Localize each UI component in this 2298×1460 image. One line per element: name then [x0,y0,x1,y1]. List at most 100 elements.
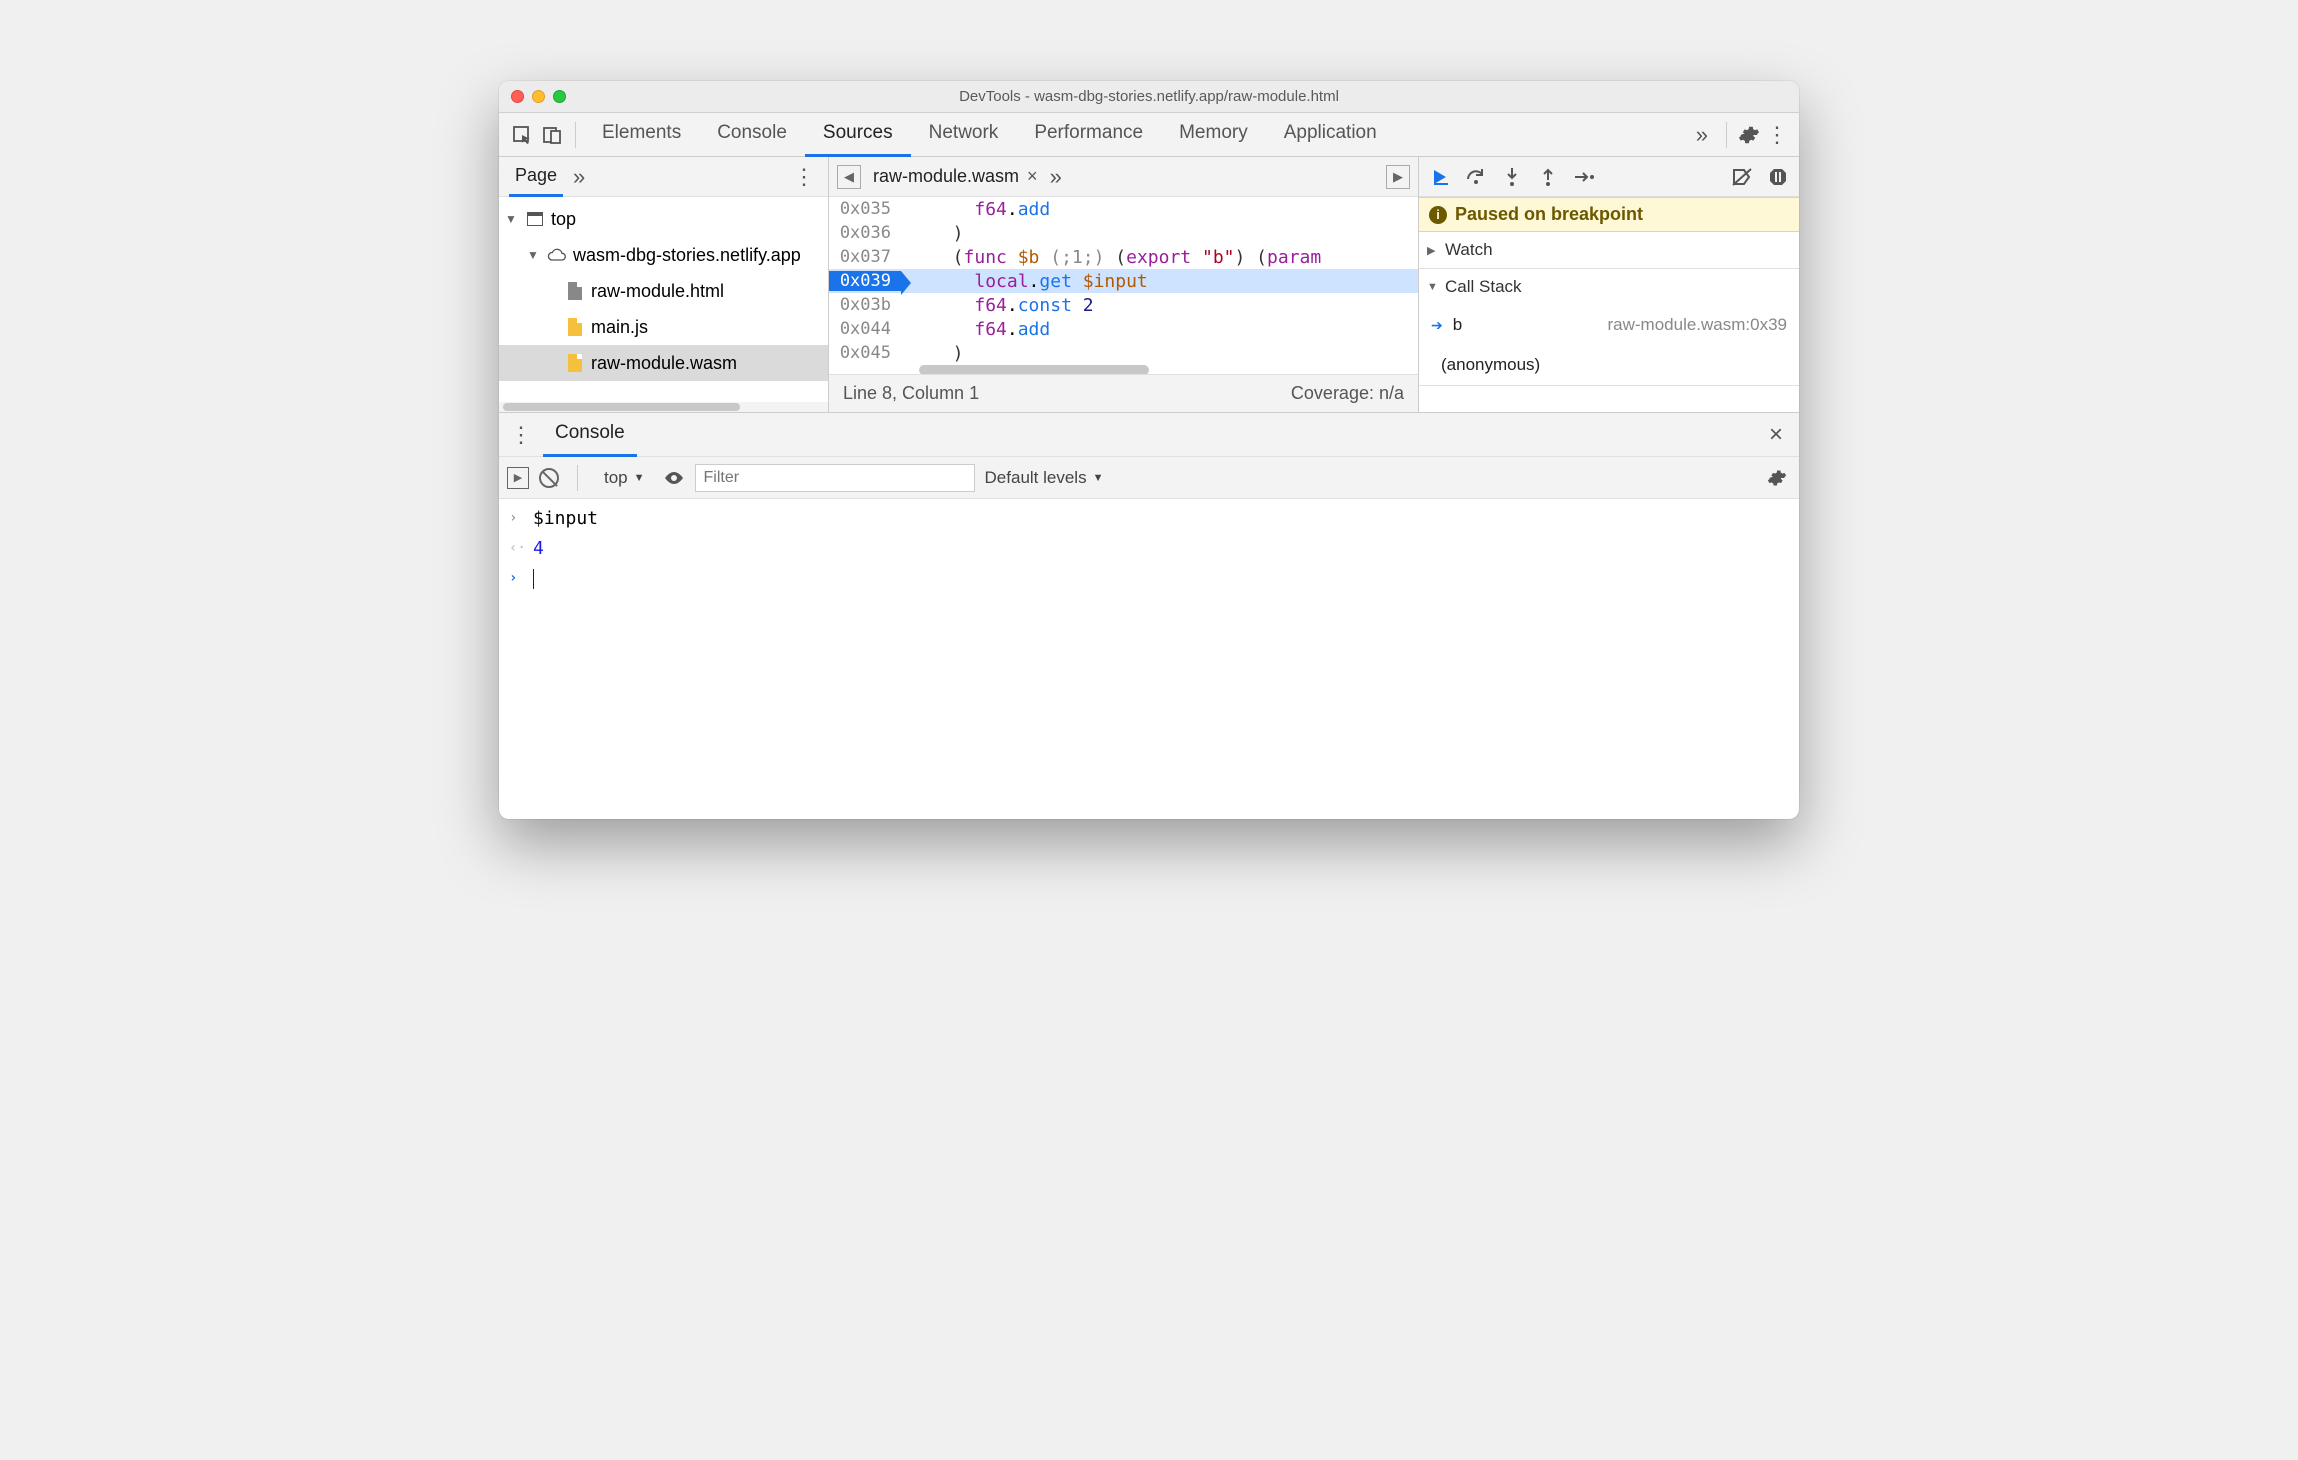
console-input-row: › $input [499,503,1799,533]
code-editor[interactable]: 0x035 f64.add0x036 )0x037 (func $b (;1;)… [829,197,1418,365]
coverage-status: Coverage: n/a [1291,383,1404,404]
window-title: DevTools - wasm-dbg-stories.netlify.app/… [499,88,1799,105]
context-label: top [604,468,628,488]
debugger-pane: i Paused on breakpoint ▶ Watch ▼ Call St… [1419,157,1799,412]
navigator-kebab-icon[interactable]: ⋮ [790,163,818,191]
console-drawer: ⋮ Console × ▶ top ▼ Default levels ▼ [499,413,1799,819]
navigator-page-tab[interactable]: Page [509,157,563,197]
log-levels-selector[interactable]: Default levels ▼ [985,468,1104,488]
code-text: local.get $input [901,271,1148,292]
close-drawer-icon[interactable]: × [1761,421,1791,449]
step-out-icon[interactable] [1537,166,1559,188]
tree-file-row[interactable]: main.js [499,309,828,345]
line-gutter[interactable]: 0x03b [829,295,901,315]
code-line[interactable]: 0x03b f64.const 2 [829,293,1418,317]
tree-file-row[interactable]: raw-module.wasm [499,345,828,381]
line-gutter[interactable]: 0x035 [829,199,901,219]
paused-banner: i Paused on breakpoint [1419,197,1799,232]
inspect-icon[interactable] [507,120,537,150]
code-line[interactable]: 0x045 ) [829,341,1418,365]
frame-name: b [1453,315,1462,335]
console-text: 4 [533,538,544,559]
editor-more-chevron-icon[interactable]: » [1050,164,1062,190]
step-icon[interactable] [1573,166,1595,188]
settings-gear-icon[interactable] [1735,121,1763,149]
toggle-debugger-icon[interactable]: ▶ [1386,165,1410,189]
code-line[interactable]: 0x037 (func $b (;1;) (export "b") (param [829,245,1418,269]
paused-label: Paused on breakpoint [1455,204,1643,225]
tab-console[interactable]: Console [699,113,805,157]
watch-section-toggle[interactable]: ▶ Watch [1419,232,1799,268]
kebab-menu-icon[interactable]: ⋮ [1763,121,1791,149]
line-gutter[interactable]: 0x044 [829,319,901,339]
context-selector[interactable]: top ▼ [596,464,653,492]
console-tab[interactable]: Console [543,413,637,457]
code-text: ) [901,343,964,364]
editor-horizontal-scrollbar[interactable] [829,365,1418,374]
cloud-icon [547,245,567,265]
drawer-kebab-icon[interactable]: ⋮ [507,421,535,449]
devtools-window: DevTools - wasm-dbg-stories.netlify.app/… [499,81,1799,819]
tree-row-domain[interactable]: ▼ wasm-dbg-stories.netlify.app [499,237,828,273]
chevron-down-icon: ▼ [1093,472,1104,484]
callstack-label: Call Stack [1445,277,1522,297]
execution-context-icon[interactable]: ▶ [507,467,529,489]
input-chevron-icon: › [509,510,523,526]
divider [1726,122,1727,148]
file-icon [568,318,582,336]
file-label: raw-module.wasm [591,353,737,374]
tab-memory[interactable]: Memory [1161,113,1266,157]
code-line[interactable]: 0x035 f64.add [829,197,1418,221]
callstack-frame[interactable]: ➔braw-module.wasm:0x39 [1419,305,1799,345]
chevron-down-icon: ▼ [505,212,519,226]
line-gutter[interactable]: 0x045 [829,343,901,363]
tab-network[interactable]: Network [911,113,1017,157]
resume-icon[interactable] [1429,166,1451,188]
levels-label: Default levels [985,468,1087,488]
main-tabbar: ElementsConsoleSourcesNetworkPerformance… [499,113,1799,157]
tree-label: top [551,209,576,230]
console-output[interactable]: ›$input‹·4› [499,499,1799,819]
line-gutter[interactable]: 0x037 [829,247,901,267]
console-text: $input [533,508,598,529]
console-settings-gear-icon[interactable] [1763,464,1791,492]
console-input[interactable] [533,568,534,589]
tree-row-top[interactable]: ▼ top [499,201,828,237]
tab-elements[interactable]: Elements [584,113,699,157]
code-text: f64.add [901,319,1050,340]
step-over-icon[interactable] [1465,166,1487,188]
deactivate-breakpoints-icon[interactable] [1731,166,1753,188]
file-label: main.js [591,317,648,338]
console-prompt[interactable]: › [499,563,1799,593]
code-text: f64.add [901,199,1050,220]
code-line[interactable]: 0x044 f64.add [829,317,1418,341]
close-tab-icon[interactable]: × [1027,166,1038,187]
tab-sources[interactable]: Sources [805,113,911,157]
tree-file-row[interactable]: raw-module.html [499,273,828,309]
more-tabs-chevron-icon[interactable]: » [1686,122,1718,148]
file-icon [568,282,582,300]
tab-application[interactable]: Application [1266,113,1395,157]
step-into-icon[interactable] [1501,166,1523,188]
filter-input[interactable] [695,464,975,492]
debugger-toolbar [1419,157,1799,197]
line-gutter[interactable]: 0x039 [829,271,901,291]
live-expression-icon[interactable] [663,470,685,486]
chevron-down-icon: ▼ [527,248,541,262]
device-toggle-icon[interactable] [537,120,567,150]
code-text: ) [901,223,964,244]
navigator-more-chevron-icon[interactable]: » [573,164,585,190]
tab-performance[interactable]: Performance [1016,113,1161,157]
code-line[interactable]: 0x036 ) [829,221,1418,245]
line-gutter[interactable]: 0x036 [829,223,901,243]
callstack-section-toggle[interactable]: ▼ Call Stack [1419,269,1799,305]
code-line[interactable]: 0x039 local.get $input [829,269,1418,293]
navigator-pane: Page » ⋮ ▼ top ▼ wasm-dbg-stories.netlif… [499,157,829,412]
callstack-frame[interactable]: (anonymous) [1419,345,1799,385]
toggle-navigator-icon[interactable]: ◀ [837,165,861,189]
horizontal-scrollbar[interactable] [499,402,828,412]
editor-tab[interactable]: raw-module.wasm × [869,166,1042,187]
watch-label: Watch [1445,240,1493,260]
pause-on-exceptions-icon[interactable] [1767,166,1789,188]
clear-console-icon[interactable] [539,468,559,488]
